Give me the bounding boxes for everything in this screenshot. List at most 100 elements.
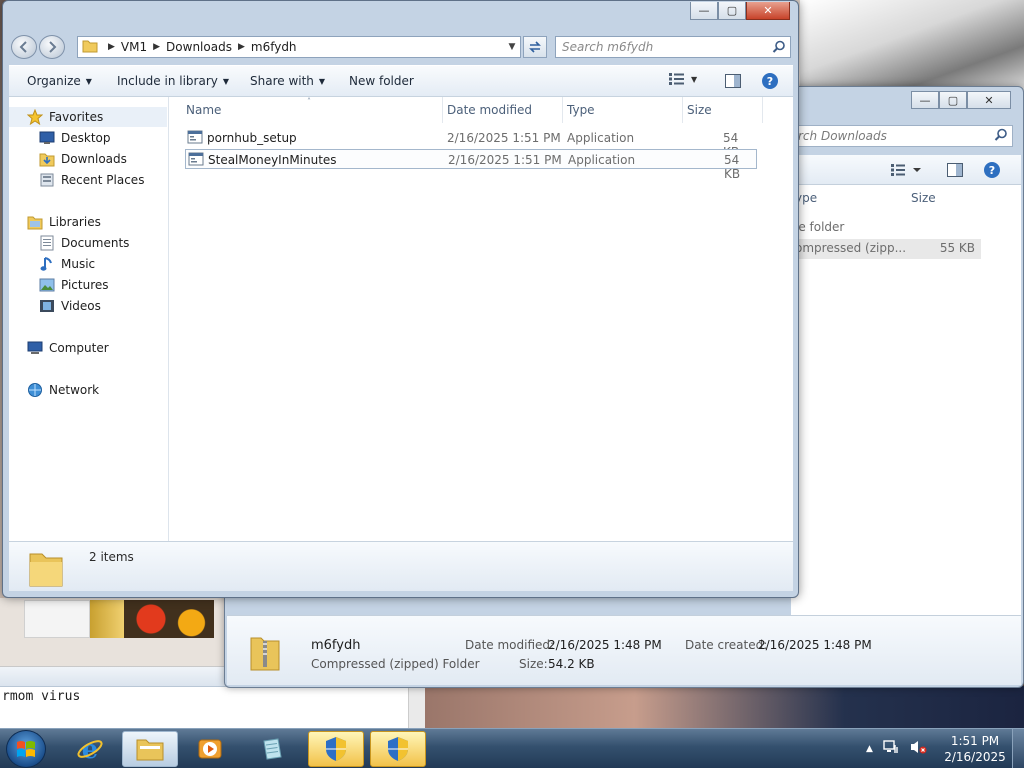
back-button[interactable] [11, 35, 37, 59]
show-hidden-icons-icon[interactable]: ▲ [866, 744, 873, 754]
column-header-size[interactable]: Size [687, 103, 712, 121]
nav-libraries[interactable]: Libraries [9, 212, 101, 232]
explorer-window[interactable]: — ▢ ✕ ▶ VM1 ▶ Downloads ▶ m6fydh ▼ Searc… [2, 0, 799, 598]
nav-pictures[interactable]: Pictures [9, 275, 109, 295]
breadcrumb-vm1[interactable]: VM1 [121, 40, 147, 54]
search-icon[interactable] [994, 128, 1008, 145]
breadcrumb-m6fydh[interactable]: m6fydh [251, 40, 297, 54]
downloads-icon [39, 151, 55, 167]
address-dropdown-icon[interactable]: ▼ [504, 42, 520, 52]
notepad-text[interactable]: rmom virus [0, 687, 425, 706]
change-view-button[interactable]: ▼ [669, 72, 697, 86]
navigation-pane[interactable]: Favorites Desktop Downloads Recent Place… [9, 97, 169, 541]
nav-recent-places[interactable]: Recent Places [9, 170, 144, 190]
file-row-zip[interactable]: ompressed (zipp... 55 KB [791, 239, 981, 259]
nav-documents[interactable]: Documents [9, 233, 129, 253]
file-row[interactable]: pornhub_setup 2/16/2025 1:51 PM Applicat… [185, 128, 757, 159]
volume-muted-icon[interactable] [909, 739, 927, 758]
include-in-library-button[interactable]: Include in library ▼ [117, 74, 229, 88]
file-size: 55 KB [939, 241, 975, 255]
minimize-button[interactable]: — [911, 91, 939, 109]
notepad-scrollbar[interactable] [408, 687, 425, 729]
breadcrumb-downloads[interactable]: Downloads [166, 40, 232, 54]
details-view-icon [669, 73, 684, 85]
thumbnail-2 [90, 600, 124, 638]
column-header-name[interactable]: Name [186, 103, 221, 121]
action-center-icon[interactable] [883, 740, 899, 757]
new-folder-button[interactable]: New folder [349, 74, 414, 88]
help-button[interactable]: ? [761, 72, 779, 93]
column-header-size[interactable]: Size [911, 191, 936, 205]
column-header-date-modified[interactable]: Date modified [447, 103, 532, 121]
minimize-button[interactable]: — [690, 2, 718, 20]
search-input[interactable]: Search m6fydh [555, 36, 791, 58]
size-value: 54.2 KB [548, 657, 595, 671]
file-date: 2/16/2025 1:51 PM [447, 131, 561, 145]
thumbnail-flowers [124, 600, 214, 638]
sort-indicator-icon: ˄ [307, 97, 311, 106]
preview-pane-button[interactable] [725, 73, 741, 92]
search-icon[interactable] [772, 40, 786, 57]
uac-shield-icon [388, 737, 408, 761]
show-desktop-button[interactable] [1012, 729, 1024, 768]
file-type: Application [567, 131, 635, 145]
file-type-folder[interactable]: le folder [795, 220, 844, 234]
column-divider[interactable] [562, 97, 563, 123]
item-count: 2 items [89, 550, 134, 564]
maximize-button[interactable]: ▢ [939, 91, 967, 109]
network-icon [27, 382, 43, 398]
system-clock[interactable]: 1:51 PM 2/16/2025 [942, 733, 1008, 765]
close-button[interactable]: ✕ [967, 91, 1011, 109]
file-row-selected[interactable]: StealMoneyInMinutes 2/16/2025 1:51 PM Ap… [185, 149, 757, 181]
column-header-type[interactable]: Type [567, 103, 595, 121]
organize-button[interactable]: Organize ▼ [27, 74, 92, 88]
selected-item-kind: Compressed (zipped) Folder [311, 657, 480, 671]
address-bar[interactable]: ▶ VM1 ▶ Downloads ▶ m6fydh ▼ [77, 36, 521, 58]
taskbar-uac-prompt-1[interactable] [308, 731, 364, 767]
taskbar-uac-prompt-2[interactable] [370, 731, 426, 767]
file-name: StealMoneyInMinutes [208, 153, 337, 167]
file-date: 2/16/2025 1:51 PM [448, 153, 562, 167]
search-placeholder: rch Downloads [798, 129, 887, 143]
date-created-label: Date created: [685, 638, 768, 652]
arrow-left-icon [19, 41, 27, 53]
details-pane: m6fydh Compressed (zipped) Folder Date m… [227, 615, 1021, 685]
column-divider[interactable] [762, 97, 763, 123]
taskbar-explorer[interactable] [122, 731, 178, 767]
nav-desktop[interactable]: Desktop [9, 128, 111, 148]
windows-logo-icon [17, 741, 35, 757]
file-type: Application [568, 153, 636, 167]
close-button[interactable]: ✕ [746, 2, 790, 20]
nav-videos[interactable]: Videos [9, 296, 101, 316]
application-icon [188, 151, 204, 170]
nav-computer[interactable]: Computer [9, 338, 109, 358]
search-input[interactable]: rch Downloads [791, 125, 1013, 147]
forward-button[interactable] [39, 35, 65, 59]
nav-network[interactable]: Network [9, 380, 99, 400]
view-options-icon[interactable] [891, 163, 921, 180]
taskbar-internet-explorer[interactable]: e [62, 731, 118, 767]
maximize-button[interactable]: ▢ [718, 2, 746, 20]
svg-text:?: ? [767, 75, 773, 88]
details-pane: 2 items [9, 541, 793, 591]
breadcrumb-separator-icon[interactable]: ▶ [153, 42, 160, 52]
nav-music[interactable]: Music [9, 254, 95, 274]
column-divider[interactable] [442, 97, 443, 123]
preview-pane-icon[interactable] [947, 162, 963, 181]
uac-shield-icon [326, 737, 346, 761]
taskbar-notepad[interactable] [244, 731, 300, 767]
column-divider[interactable] [682, 97, 683, 123]
file-type: ompressed (zipp... [795, 241, 907, 255]
nav-downloads[interactable]: Downloads [9, 149, 127, 169]
star-icon [27, 109, 43, 125]
refresh-button[interactable] [523, 36, 547, 58]
file-name: pornhub_setup [207, 131, 297, 145]
file-list[interactable]: ˄ Name Date modified Type Size pornhub_s… [169, 97, 793, 541]
start-button[interactable] [6, 730, 46, 768]
breadcrumb-separator-icon[interactable]: ▶ [238, 42, 245, 52]
taskbar-media-player[interactable] [182, 731, 238, 767]
help-icon[interactable]: ? [983, 161, 1001, 182]
share-with-button[interactable]: Share with ▼ [250, 74, 325, 88]
breadcrumb-separator-icon[interactable]: ▶ [108, 42, 115, 52]
nav-favorites[interactable]: Favorites [9, 107, 167, 127]
